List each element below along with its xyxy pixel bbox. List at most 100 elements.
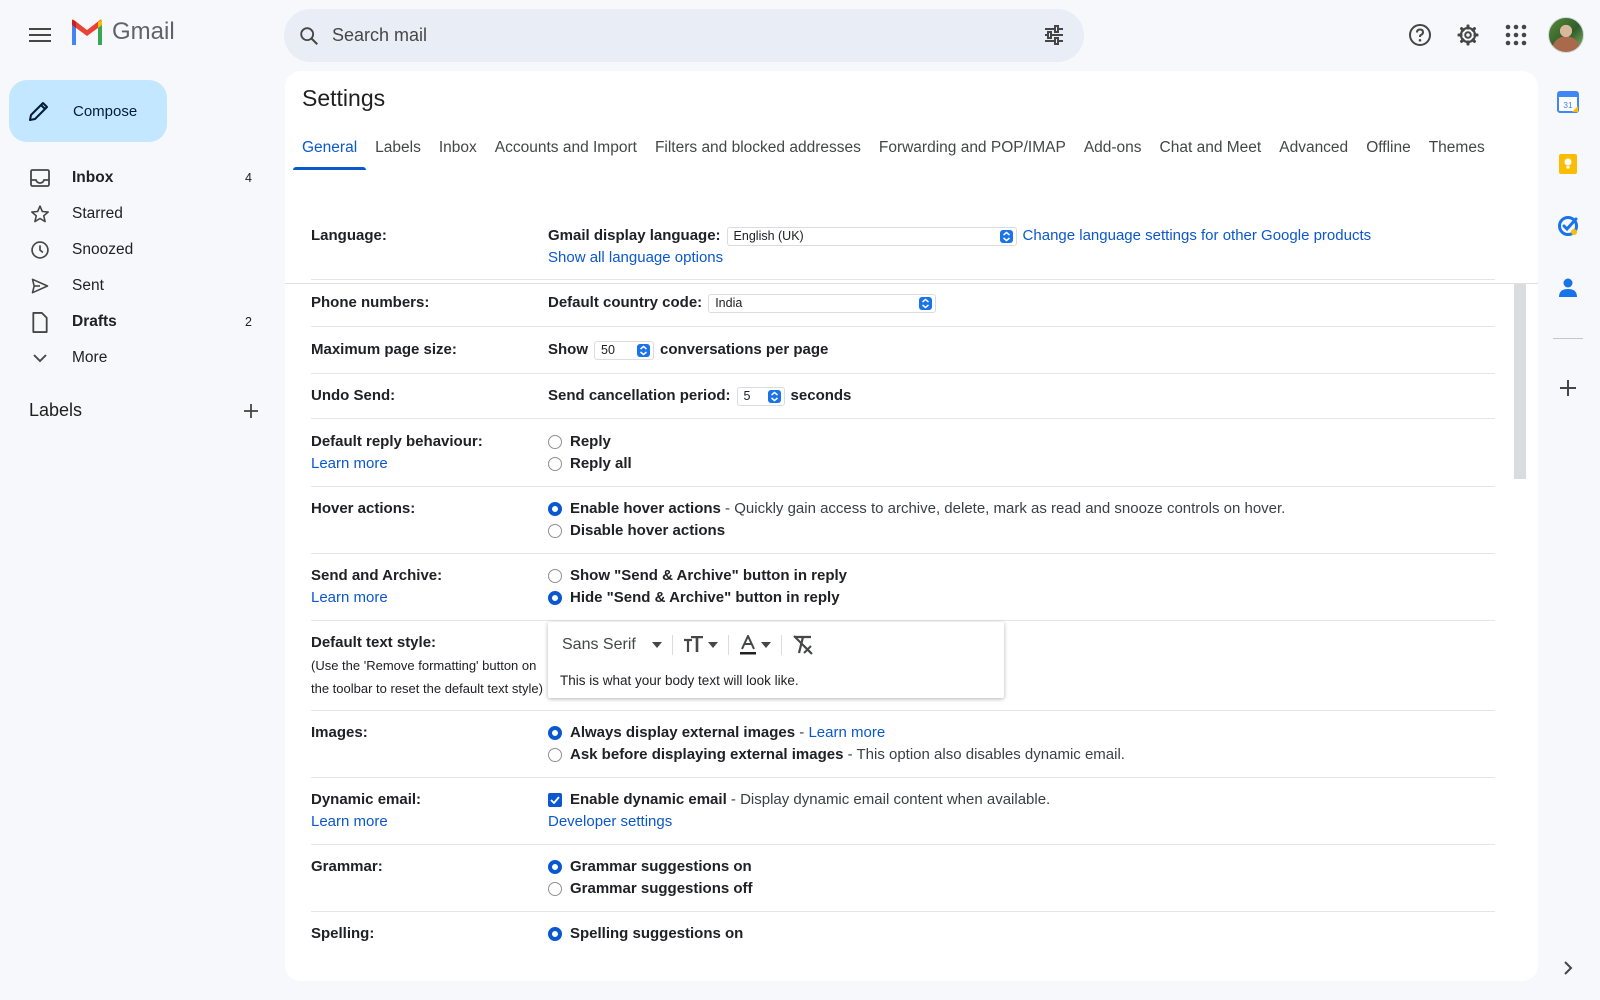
dynamic-learn-more-link[interactable]: Learn more [311,813,388,830]
reply-all-radio[interactable] [548,457,562,471]
undo-period-label: Send cancellation period: [548,387,731,404]
text-style-note: (Use the 'Remove formatting' button on t… [311,658,543,696]
tab-labels[interactable]: Labels [366,127,430,170]
images-learn-more-link[interactable]: Learn more [808,722,885,744]
draft-file-icon [30,311,50,333]
chevron-down-icon [30,348,50,368]
country-code-value: India [715,296,743,310]
gmail-wordmark: Gmail [112,18,175,45]
tab-chat-and-meet[interactable]: Chat and Meet [1151,127,1271,170]
grammar-on-radio[interactable] [548,860,562,874]
keep-app-button[interactable] [1548,144,1588,184]
tab-forwarding-and-pop-imap[interactable]: Forwarding and POP/IMAP [870,127,1075,170]
grammar-on-label: Grammar suggestions on [570,858,752,875]
google-apps-button[interactable] [1492,11,1540,59]
show-send-archive-radio[interactable] [548,569,562,583]
reply-all-option-label: Reply all [570,455,632,472]
vertical-scrollbar[interactable] [1514,284,1526,479]
spelling-on-label: Spelling suggestions on [570,925,744,942]
setting-label: Phone numbers: [311,294,430,311]
remove-formatting-button[interactable] [792,635,814,655]
reply-learn-more-link[interactable]: Learn more [311,455,388,472]
undo-period-value: 5 [743,389,751,403]
nav-item-sent[interactable]: Sent [0,268,270,304]
calendar-app-button[interactable]: 31 [1548,82,1588,122]
tab-accounts-and-import[interactable]: Accounts and Import [486,127,646,170]
setting-label: Hover actions: [311,500,416,517]
search-options-icon[interactable] [1042,23,1066,47]
spelling-on-radio[interactable] [548,927,562,941]
setting-label: Grammar: [311,858,383,875]
tab-themes[interactable]: Themes [1420,127,1494,170]
undo-period-select[interactable]: 5 [736,386,785,406]
font-family-dropdown[interactable]: Sans Serif [562,634,662,656]
page-size-suffix: conversations per page [660,341,829,358]
tab-general[interactable]: General [293,127,367,170]
tab-add-ons[interactable]: Add-ons [1075,127,1151,170]
font-size-button[interactable] [683,636,718,654]
hide-side-panel-button[interactable] [1548,948,1588,988]
nav-label-starred: Starred [72,205,123,222]
display-language-select[interactable]: English (UK) [726,226,1017,246]
disable-hover-radio[interactable] [548,524,562,538]
gmail-logo[interactable]: Gmail [70,18,175,46]
search-bar [284,9,1084,62]
create-label-button[interactable] [243,403,259,419]
text-style-sample: This is what your body text will look li… [560,673,799,688]
display-language-value: English (UK) [733,229,804,243]
send-archive-learn-more-link[interactable]: Learn more [311,589,388,606]
calendar-icon: 31 [1557,91,1579,113]
grammar-off-label: Grammar suggestions off [570,880,753,897]
tab-offline[interactable]: Offline [1357,127,1420,170]
show-all-language-options-link[interactable]: Show all language options [548,249,723,266]
tab-inbox[interactable]: Inbox [430,127,486,170]
enable-hover-radio[interactable] [548,502,562,516]
dynamic-email-description: - Display dynamic email content when ava… [726,791,1051,808]
page-size-select[interactable]: 50 [594,340,654,360]
select-arrows-icon [767,389,781,403]
search-input[interactable] [332,25,1012,46]
undo-period-suffix: seconds [790,387,852,404]
developer-settings-link[interactable]: Developer settings [548,813,672,830]
nav-item-inbox[interactable]: Inbox 4 [0,160,270,196]
change-language-other-products-link[interactable]: Change language settings for other Googl… [1023,225,1372,247]
select-arrows-icon [999,229,1013,243]
nav-item-more[interactable]: More [0,340,270,376]
drafts-count: 2 [245,315,252,329]
text-color-button[interactable] [739,635,771,655]
tasks-app-button[interactable] [1548,206,1588,246]
grammar-off-radio[interactable] [548,882,562,896]
nav-item-snoozed[interactable]: Snoozed [0,232,270,268]
ask-before-images-radio[interactable] [548,748,562,762]
get-addons-button[interactable] [1548,368,1588,408]
main-menu-button[interactable] [20,15,60,55]
reply-option-label: Reply [570,433,611,450]
pencil-icon [29,102,48,121]
contacts-app-button[interactable] [1548,268,1588,308]
always-display-images-label: Always display external images [570,724,796,741]
search-icon[interactable] [298,24,322,48]
setting-label: Spelling: [311,925,375,942]
nav-item-starred[interactable]: Starred [0,196,270,232]
always-display-images-radio[interactable] [548,726,562,740]
setting-row-phone-numbers: Phone numbers: Default country code: Ind… [311,280,1495,327]
help-button[interactable] [1396,11,1444,59]
tab-filters-and-blocked-addresses[interactable]: Filters and blocked addresses [646,127,870,170]
toolbar-divider [727,635,729,655]
star-icon [30,204,50,224]
ask-before-images-description: - This option also disables dynamic emai… [843,746,1125,763]
enable-hover-label: Enable hover actions [570,500,721,517]
hamburger-menu-icon [29,28,51,42]
hide-send-archive-radio[interactable] [548,591,562,605]
keep-notes-icon [1559,154,1577,174]
setting-row-send-archive: Send and Archive: Learn more Show "Send … [311,554,1495,621]
settings-button[interactable] [1444,11,1492,59]
reply-radio[interactable] [548,435,562,449]
tab-advanced[interactable]: Advanced [1270,127,1357,170]
clock-icon [30,240,50,260]
account-avatar[interactable] [1548,17,1584,53]
nav-item-drafts[interactable]: Drafts 2 [0,304,270,340]
compose-button[interactable]: Compose [9,80,167,142]
country-code-select[interactable]: India [708,293,937,313]
enable-dynamic-email-checkbox[interactable] [548,793,562,807]
